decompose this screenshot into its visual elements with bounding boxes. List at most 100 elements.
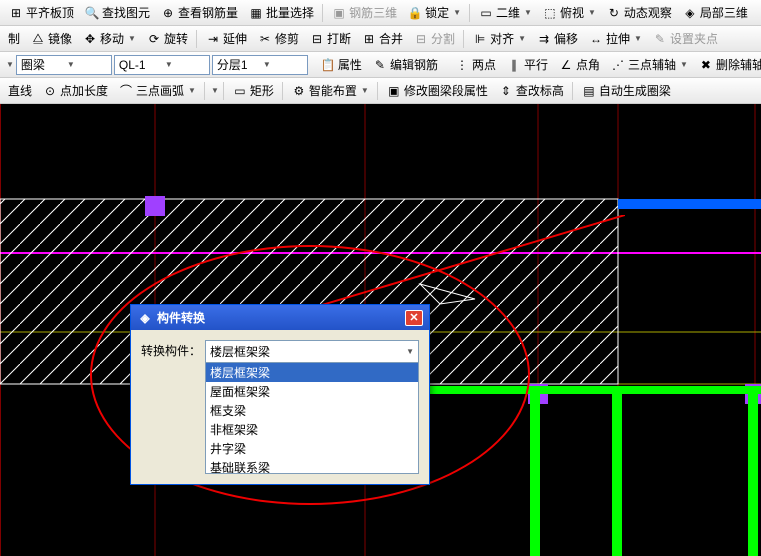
chevron-down-icon: ▼	[67, 60, 107, 69]
chevron-down-icon: ▼	[453, 8, 461, 17]
chevron-down-icon: ▼	[188, 86, 196, 95]
dialog-titlebar[interactable]: ◈ 构件转换 ✕	[131, 305, 429, 330]
add-length-button[interactable]: ⊙点加长度	[38, 80, 112, 101]
view-2d-button[interactable]: ▭二维▼	[474, 2, 536, 23]
align-top-label: 平齐板顶	[26, 4, 74, 21]
smart-layout-button[interactable]: ⚙智能布置▼	[287, 80, 373, 101]
split-icon: ⊟	[413, 31, 429, 47]
option-5[interactable]: 基础联系梁	[206, 458, 418, 473]
lock-button[interactable]: 🔒锁定▼	[403, 2, 465, 23]
auto-gen-button[interactable]: ▤自动生成圈梁	[577, 80, 675, 101]
select-display[interactable]: 楼层框架梁 ▼	[206, 341, 418, 363]
component-select[interactable]: 楼层框架梁 ▼ 楼层框架梁 屋面框架梁 框支梁 非框架梁 井字梁 基础联系梁 连…	[205, 340, 419, 474]
edit-rebar-label: 编辑钢筋	[390, 56, 438, 73]
option-0[interactable]: 楼层框架梁	[206, 363, 418, 382]
top-view-label: 俯视	[560, 4, 584, 21]
copy-button[interactable]: 制	[4, 28, 24, 49]
component-convert-dialog: ◈ 构件转换 ✕ 转换构件： 楼层框架梁 ▼ 楼层框架梁 屋面框架梁 框支梁	[130, 304, 430, 485]
line-button[interactable]: 直线	[4, 80, 36, 101]
copy-label: 制	[8, 30, 20, 47]
stretch-icon: ↔	[588, 31, 604, 47]
chevron-down-icon[interactable]: ▼	[211, 86, 219, 95]
selected-value: 楼层框架梁	[210, 343, 270, 360]
edit-rebar-button[interactable]: ✎编辑钢筋	[368, 54, 442, 75]
top-view-button[interactable]: ⬚俯视▼	[538, 2, 600, 23]
toolbar-row-2: 制 ⧋镜像 ✥移动▼ ⟳旋转 ⇥延伸 ✂修剪 ⊟打断 ⊞合并 ⊟分割 ⊫对齐▼ …	[0, 26, 761, 52]
two-points-button[interactable]: ⋮两点	[450, 54, 500, 75]
layer-combo-2[interactable]: QL-1▼	[114, 55, 210, 75]
smart-icon: ⚙	[291, 83, 307, 99]
offset-button[interactable]: ⇉偏移	[532, 28, 582, 49]
chevron-down-icon: ▼	[263, 60, 303, 69]
align-top-button[interactable]: ⊞平齐板顶	[4, 2, 78, 23]
move-button[interactable]: ✥移动▼	[78, 28, 140, 49]
chevron-down-icon: ▼	[406, 347, 414, 356]
check-elevation-button[interactable]: ⇕查改标高	[494, 80, 568, 101]
local-3d-icon: ◈	[682, 5, 698, 21]
clamp-icon: ✎	[652, 31, 668, 47]
option-4[interactable]: 井字梁	[206, 439, 418, 458]
three-point-arc-button[interactable]: ⌒三点画弧▼	[114, 80, 200, 101]
modify-ring-beam-button[interactable]: ▣修改圈梁段属性	[382, 80, 492, 101]
delete-aux-label: 删除辅轴	[716, 56, 761, 73]
layer-combo-3[interactable]: 分层1▼	[212, 55, 308, 75]
separator	[223, 82, 224, 100]
rotate-button[interactable]: ⟳旋转	[142, 28, 192, 49]
batch-select-button[interactable]: ▦批量选择	[244, 2, 318, 23]
line-label: 直线	[8, 82, 32, 99]
separator	[572, 82, 573, 100]
align-icon: ⊫	[472, 31, 488, 47]
extend-button[interactable]: ⇥延伸	[201, 28, 251, 49]
modify-icon: ▣	[386, 83, 402, 99]
chevron-down-icon: ▼	[518, 34, 526, 43]
batch-select-label: 批量选择	[266, 4, 314, 21]
three-point-aux-button[interactable]: ⋰三点辅轴▼	[606, 54, 692, 75]
toolbar-row-3: ▼ 圈梁▼ QL-1▼ 分层1▼ 📋属性 ✎编辑钢筋 ⋮两点 ∥平行 ∠点角 ⋰…	[0, 52, 761, 78]
stretch-button[interactable]: ↔拉伸 ▼	[584, 28, 646, 49]
option-1[interactable]: 屋面框架梁	[206, 382, 418, 401]
parallel-button[interactable]: ∥平行	[502, 54, 552, 75]
close-button[interactable]: ✕	[405, 310, 423, 326]
dynamic-view-button[interactable]: ↻动态观察	[602, 2, 676, 23]
merge-label: 合并	[379, 30, 403, 47]
mirror-icon: ⧋	[30, 31, 46, 47]
attributes-button[interactable]: 📋属性	[316, 54, 366, 75]
trim-button[interactable]: ✂修剪	[253, 28, 303, 49]
option-3[interactable]: 非框架梁	[206, 420, 418, 439]
separator	[322, 4, 323, 22]
option-2[interactable]: 框支梁	[206, 401, 418, 420]
chevron-down-icon[interactable]: ▼	[6, 60, 14, 69]
rebar-3d-button: ▣钢筋三维	[327, 2, 401, 23]
move-icon: ✥	[82, 31, 98, 47]
delete-aux-button[interactable]: ✖删除辅轴	[694, 54, 761, 75]
modify-ring-beam-label: 修改圈梁段属性	[404, 82, 488, 99]
edit-icon: ✎	[372, 57, 388, 73]
chevron-down-icon: ▼	[634, 34, 642, 43]
extend-icon: ⇥	[205, 31, 221, 47]
batch-icon: ▦	[248, 5, 264, 21]
rectangle-button[interactable]: ▭矩形	[228, 80, 278, 101]
smart-layout-label: 智能布置	[309, 82, 357, 99]
check-rebar-button[interactable]: ⊕查看钢筋量	[156, 2, 242, 23]
find-elem-button[interactable]: 🔍查找图元	[80, 2, 154, 23]
stretch-label: 拉伸	[606, 30, 630, 47]
dialog-icon: ◈	[137, 310, 153, 326]
local-3d-button[interactable]: ◈局部三维	[678, 2, 752, 23]
rebar-icon: ⊕	[160, 5, 176, 21]
align-button[interactable]: ⊫对齐▼	[468, 28, 530, 49]
point-angle-button[interactable]: ∠点角	[554, 54, 604, 75]
options-listbox[interactable]: 楼层框架梁 屋面框架梁 框支梁 非框架梁 井字梁 基础联系梁 连梁 基础主梁	[206, 363, 418, 473]
dynamic-view-label: 动态观察	[624, 4, 672, 21]
dialog-body: 转换构件： 楼层框架梁 ▼ 楼层框架梁 屋面框架梁 框支梁 非框架梁 井字梁 基…	[131, 330, 429, 484]
mirror-button[interactable]: ⧋镜像	[26, 28, 76, 49]
merge-button[interactable]: ⊞合并	[357, 28, 407, 49]
break-button[interactable]: ⊟打断	[305, 28, 355, 49]
separator	[282, 82, 283, 100]
separator	[377, 82, 378, 100]
layer-combo-1[interactable]: 圈梁▼	[16, 55, 112, 75]
auto-icon: ▤	[581, 83, 597, 99]
point-angle-label: 点角	[576, 56, 600, 73]
three-point-icon: ⋰	[610, 57, 626, 73]
check-rebar-label: 查看钢筋量	[178, 4, 238, 21]
separator	[196, 30, 197, 48]
